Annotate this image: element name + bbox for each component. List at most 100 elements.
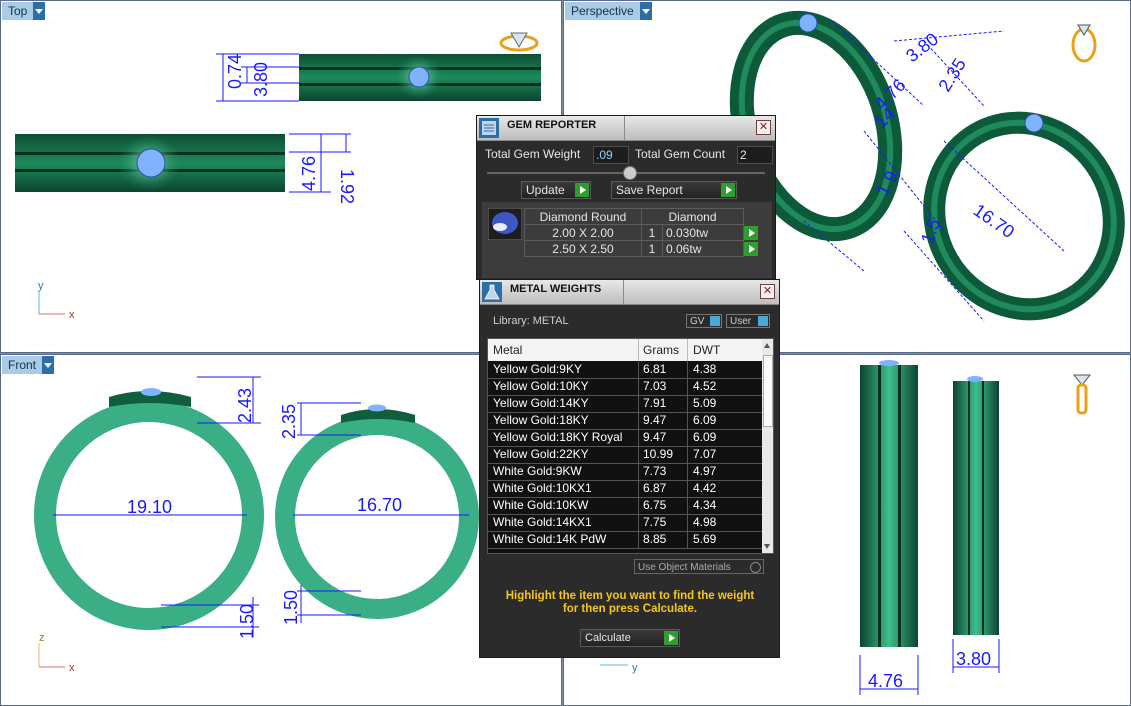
viewport-front-label[interactable]: Front [2, 356, 55, 374]
save-report-button-label: Save Report [616, 183, 683, 197]
metal-row-metal: Yellow Gold:18KY Royal [493, 430, 623, 444]
metal-row[interactable]: Yellow Gold:14KY 7.91 5.09 [488, 395, 762, 413]
metal-weights-titlebar[interactable]: METAL WEIGHTS ✕ [480, 280, 779, 305]
scrollbar-thumb[interactable] [763, 355, 773, 427]
col-grams[interactable]: Grams [643, 343, 679, 357]
gv-toggle[interactable]: GV [686, 314, 722, 328]
axis-gizmo-front: z x [38, 632, 75, 674]
close-icon[interactable]: ✕ [756, 120, 771, 135]
total-gem-count-label: Total Gem Count [635, 147, 726, 161]
close-icon[interactable]: ✕ [760, 284, 775, 299]
chevron-down-icon[interactable] [42, 356, 55, 374]
metal-row-dwt: 4.98 [693, 515, 717, 529]
metal-list[interactable]: Metal Grams DWT Yellow Gold:9KY 6.81 4.38 Y… [487, 338, 774, 554]
user-toggle[interactable]: User [726, 314, 770, 328]
dim-top-074: 0.74 [225, 54, 245, 89]
metal-row[interactable]: White Gold:14K PdW 8.85 5.69 [488, 531, 762, 549]
ring-icon [499, 32, 539, 52]
metal-row[interactable]: White Gold:10KX1 6.87 4.42 [488, 480, 762, 498]
viewport-perspective-label[interactable]: Perspective [565, 2, 652, 20]
metal-row[interactable]: Yellow Gold:22KY 10.99 7.07 [488, 446, 762, 464]
metal-row[interactable]: Yellow Gold:10KY 7.03 4.52 [488, 378, 762, 396]
metal-row-grams: 7.03 [643, 379, 667, 393]
hint-line-2: for then press Calculate. [562, 603, 698, 615]
total-gem-count-field[interactable]: 2 [737, 146, 773, 164]
metal-row-grams: 7.75 [643, 515, 667, 529]
gv-toggle-label: GV [690, 316, 705, 327]
dim-persp-1670: 16.70 [970, 200, 1018, 242]
chevron-down-icon[interactable] [639, 2, 652, 20]
gem-table-header-type: Diamond [641, 208, 744, 225]
metal-weights-title: METAL WEIGHTS [510, 283, 602, 295]
metal-row-grams: 10.99 [643, 447, 674, 461]
metal-row-dwt: 5.09 [693, 396, 717, 410]
metal-row-metal: Yellow Gold:22KY [493, 447, 589, 461]
metal-row-dwt: 4.42 [693, 481, 717, 495]
gem-row-go-button[interactable] [744, 225, 758, 240]
dim-side-380: 3.80 [956, 649, 991, 669]
axis-side-y: y [632, 662, 638, 674]
metal-row[interactable]: Yellow Gold:9KY 6.81 4.38 [488, 361, 762, 379]
dim-front-243: 2.43 [235, 388, 255, 423]
metal-row[interactable]: Yellow Gold:18KY Royal 9.47 6.09 [488, 429, 762, 447]
slider-handle[interactable] [623, 166, 637, 180]
gem-table-row[interactable]: 2.00 X 2.00 1 0.030tw [524, 224, 767, 241]
col-dwt[interactable]: DWT [693, 343, 720, 357]
metal-row-dwt: 4.52 [693, 379, 717, 393]
update-button[interactable]: Update [521, 181, 591, 199]
ring-icon [1071, 24, 1097, 63]
hint-line-1: Highlight the item you want to find the … [505, 590, 755, 602]
save-report-button[interactable]: Save Report [611, 181, 737, 199]
dim-front-150a: 1.50 [237, 604, 257, 639]
dim-side-476: 4.76 [868, 671, 903, 691]
axis-gizmo-top: y x [38, 280, 75, 321]
library-label: Library: METAL [493, 315, 569, 327]
use-object-materials-toggle[interactable]: Use Object Materials [634, 559, 764, 574]
gem-top-large [136, 148, 166, 178]
metal-row-metal: White Gold:10KX1 [493, 481, 592, 495]
metal-row-dwt: 4.38 [693, 362, 717, 376]
dim-top-380: 3.80 [251, 62, 271, 97]
calculate-button-label: Calculate [585, 632, 631, 644]
metal-row[interactable]: White Gold:14KX1 7.75 4.98 [488, 514, 762, 532]
metal-row-metal: Yellow Gold:14KY [493, 396, 589, 410]
gem-reporter-titlebar[interactable]: GEM REPORTER ✕ [477, 116, 775, 141]
metal-row-grams: 6.75 [643, 498, 667, 512]
axis-top-y: y [38, 280, 44, 292]
gem-row-go-button[interactable] [744, 241, 758, 256]
gem-row-weight: 0.030tw [662, 224, 744, 241]
metal-row-grams: 9.47 [643, 413, 667, 427]
metal-row-metal: White Gold:14K PdW [493, 532, 607, 546]
ring-icon [1072, 374, 1092, 415]
gem-table: Diamond Round Diamond 2.00 X 2.00 1 0.03… [524, 208, 767, 257]
gem-table-header-shape: Diamond Round [524, 208, 642, 225]
viewport-front-name: Front [8, 358, 37, 372]
use-object-materials-label: Use Object Materials [638, 562, 731, 573]
gem-row-size: 2.50 X 2.50 [524, 240, 642, 257]
front-ring-small [275, 415, 479, 619]
metal-row-dwt: 5.69 [693, 532, 717, 546]
metal-row[interactable]: White Gold:10KW 6.75 4.34 [488, 497, 762, 515]
chevron-down-icon[interactable] [33, 2, 46, 20]
axis-front-x: x [69, 662, 75, 674]
dim-front-1910: 19.10 [127, 497, 172, 517]
metal-row-grams: 6.87 [643, 481, 667, 495]
total-gem-weight-field[interactable]: .09 [593, 146, 629, 164]
metal-row-grams: 6.81 [643, 362, 667, 376]
gem-reporter-panel: GEM REPORTER ✕ Total Gem Weight .09 Tota… [476, 115, 776, 280]
gem-row-size: 2.00 X 2.00 [524, 224, 642, 241]
dim-top-192: 1.92 [337, 169, 357, 204]
gem-table-row[interactable]: 2.50 X 2.50 1 0.06tw [524, 240, 767, 257]
metal-list-scrollbar[interactable] [762, 339, 773, 553]
metal-row-grams: 8.85 [643, 532, 667, 546]
viewport-top-label[interactable]: Top [2, 2, 46, 20]
metal-row[interactable]: Yellow Gold:18KY 9.47 6.09 [488, 412, 762, 430]
col-metal[interactable]: Metal [493, 343, 522, 357]
axis-gizmo-side: y [600, 662, 638, 674]
calculate-button[interactable]: Calculate [580, 629, 680, 647]
metal-row[interactable]: White Gold:9KW 7.73 4.97 [488, 463, 762, 481]
axis-top-x: x [69, 309, 75, 321]
dim-persp-235: 2.35 [934, 55, 970, 95]
viewport-front[interactable]: Front 19.10 16.70 2.43 2.35 1.50 1.50 z … [0, 354, 562, 706]
metal-row-dwt: 4.34 [693, 498, 717, 512]
